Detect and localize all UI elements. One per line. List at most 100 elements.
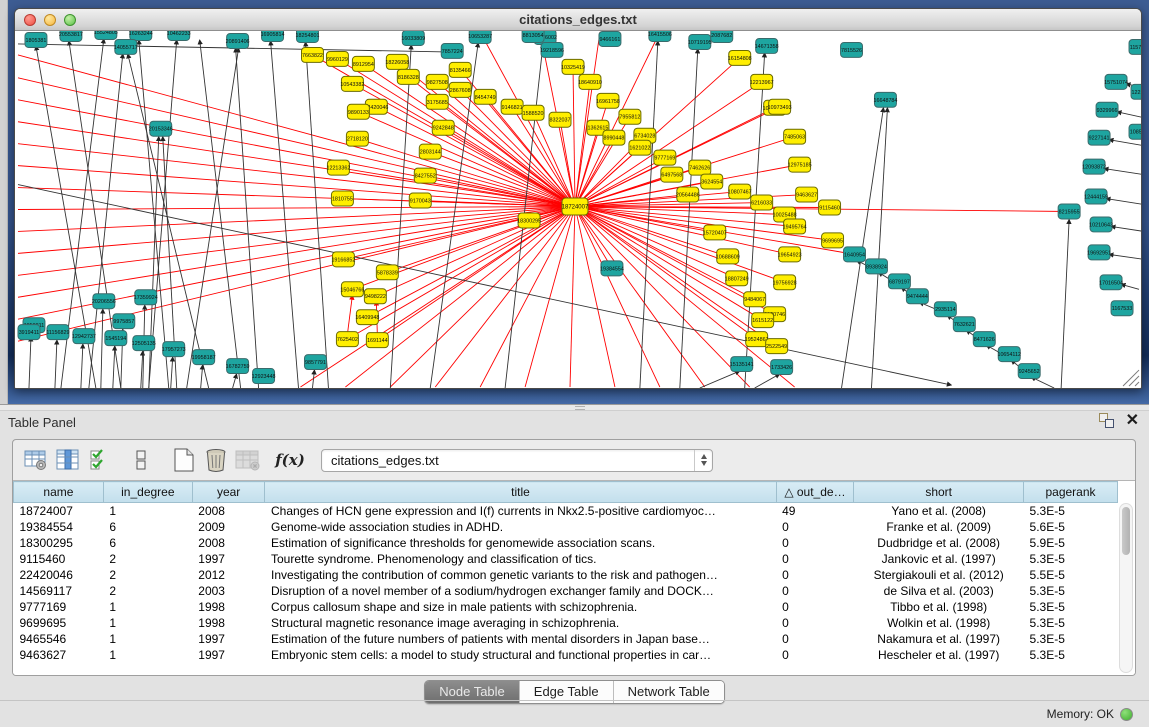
graph-node[interactable]: 2935114 xyxy=(934,302,956,317)
graph-node[interactable]: 8471626 xyxy=(973,332,995,347)
graph-node[interactable]: 18226058 xyxy=(385,54,409,69)
column-header-title[interactable]: title xyxy=(265,482,776,503)
graph-node[interactable]: 1167533 xyxy=(1111,301,1133,316)
graph-node[interactable]: 9329966 xyxy=(1096,102,1118,117)
graph-node[interactable]: 12923448 xyxy=(252,369,276,384)
network-window-titlebar[interactable]: citations_edges.txt xyxy=(15,9,1141,31)
panel-splitter[interactable] xyxy=(0,404,1149,411)
table-row[interactable]: 1456911722003Disruption of a novel membe… xyxy=(14,583,1118,599)
close-panel-icon[interactable]: ✕ xyxy=(1126,413,1139,428)
graph-node[interactable]: 16409948 xyxy=(355,310,379,325)
graph-node[interactable]: 18254801 xyxy=(296,31,320,42)
node-table-grid[interactable]: namein_degreeyeartitle△ out_de…shortpage… xyxy=(13,481,1118,663)
graph-node[interactable]: 19654923 xyxy=(778,247,802,262)
graph-node[interactable]: 20553817 xyxy=(59,31,83,41)
graph-node[interactable]: 2718120 xyxy=(346,131,368,146)
column-header-year[interactable]: year xyxy=(192,482,265,503)
graph-node[interactable]: 9484067 xyxy=(744,292,766,307)
graph-node[interactable]: 11156829 xyxy=(46,325,69,340)
graph-node[interactable]: 9463627 xyxy=(796,187,818,202)
graph-node[interactable]: 19756928 xyxy=(773,275,797,290)
graph-node[interactable]: 12213967 xyxy=(750,74,774,89)
graph-node[interactable]: 20564486 xyxy=(676,187,700,202)
graph-node[interactable]: 1805381 xyxy=(25,32,47,47)
graph-node[interactable]: 7485063 xyxy=(784,129,806,144)
column-header-name[interactable]: name xyxy=(14,482,104,503)
graph-node[interactable]: 8938924 xyxy=(865,259,887,274)
column-header-short[interactable]: short xyxy=(854,482,1024,503)
graph-node[interactable]: 10973493 xyxy=(768,99,792,114)
graph-node[interactable]: 20206556 xyxy=(92,294,116,309)
table-row[interactable]: 969969511998Structural magnetic resonanc… xyxy=(14,615,1118,631)
graph-node[interactable]: 17016504 xyxy=(1099,275,1123,290)
graph-node[interactable]: 8135466 xyxy=(449,62,471,77)
graph-node[interactable]: 9498222 xyxy=(364,289,386,304)
graph-node[interactable]: 7857224 xyxy=(441,43,463,58)
graph-node[interactable]: 10210643 xyxy=(1089,217,1113,232)
graph-node[interactable]: 3624554 xyxy=(701,174,723,189)
graph-node[interactable]: 19218596 xyxy=(540,42,564,57)
graph-node[interactable]: 1691144 xyxy=(366,333,388,348)
graph-node[interactable]: 10688609 xyxy=(716,249,740,264)
graph-node[interactable]: 18807249 xyxy=(725,271,749,286)
graph-node[interactable]: 6497568 xyxy=(661,167,683,182)
graph-node[interactable]: 10543382 xyxy=(340,76,364,91)
graph-node[interactable]: 10719195 xyxy=(688,34,712,49)
graph-node[interactable]: 19692951 xyxy=(1087,245,1111,260)
graph-node[interactable]: 1615122 xyxy=(752,313,774,328)
graph-node[interactable]: 9466161 xyxy=(599,31,621,46)
table-row[interactable]: 946554611997Estimation of the future num… xyxy=(14,631,1118,647)
graph-node[interactable]: 8813054 xyxy=(522,31,544,42)
graph-node[interactable]: 3919411 xyxy=(18,325,40,340)
graph-node[interactable]: 19958187 xyxy=(192,350,216,365)
graph-node[interactable]: 19166852 xyxy=(331,252,355,267)
graph-node[interactable]: 12444159 xyxy=(1084,189,1108,204)
network-view[interactable]: 1805381205538171552480516263244140557171… xyxy=(15,31,1141,388)
column-header-out_degree[interactable]: △ out_de… xyxy=(776,482,854,503)
graph-node[interactable]: 8454749 xyxy=(474,89,496,104)
graph-node[interactable]: 19384554 xyxy=(600,261,624,276)
graph-node[interactable]: 12975185 xyxy=(788,157,812,172)
function-builder-button[interactable]: f(x) xyxy=(275,445,305,475)
scrollbar-thumb[interactable] xyxy=(1122,507,1130,555)
graph-node[interactable]: 15524805 xyxy=(94,31,118,39)
graph-node[interactable]: 7663822 xyxy=(301,47,323,62)
graph-node[interactable]: 9975857 xyxy=(113,314,135,329)
graph-node[interactable]: 9474444 xyxy=(906,289,928,304)
graph-node[interactable]: 1640954 xyxy=(844,247,866,262)
graph-node[interactable]: 19524861 xyxy=(745,332,769,347)
graph-node[interactable]: 12093872 xyxy=(1082,159,1106,174)
graph-node[interactable]: 16961758 xyxy=(596,93,620,108)
graph-node[interactable]: 6216033 xyxy=(751,195,773,210)
graph-node[interactable]: 15135141 xyxy=(730,357,754,372)
table-row[interactable]: 1938455462009Genome-wide association stu… xyxy=(14,519,1118,535)
table-vertical-scrollbar[interactable] xyxy=(1119,503,1133,673)
graph-node[interactable]: 15751074 xyxy=(1104,74,1128,89)
table-row[interactable]: 1872400712008Changes of HCN gene express… xyxy=(14,503,1118,519)
graph-node[interactable]: 15046766 xyxy=(340,282,364,297)
graph-node[interactable]: 8912954 xyxy=(352,56,374,71)
graph-node[interactable]: 1588520 xyxy=(522,105,544,120)
graph-node[interactable]: 16782759 xyxy=(226,359,250,374)
graph-node[interactable]: 5878339 xyxy=(376,265,398,280)
graph-node[interactable]: 12942737 xyxy=(72,329,96,344)
graph-node[interactable]: 16648784 xyxy=(873,92,897,107)
graph-node[interactable]: 9227141 xyxy=(1088,130,1110,145)
graph-node[interactable]: 16905814 xyxy=(261,31,285,41)
network-window[interactable]: citations_edges.txt 1805381 20553817 15524… xyxy=(14,8,1142,389)
graph-node[interactable]: 7462626 xyxy=(689,160,711,175)
graph-node[interactable]: 14671358 xyxy=(755,38,779,53)
graph-node[interactable]: 10325419 xyxy=(561,59,585,74)
graph-node[interactable]: 14055717 xyxy=(114,39,138,54)
table-settings-button[interactable] xyxy=(21,445,51,475)
graph-node[interactable]: 3175685 xyxy=(426,94,448,109)
graph-node[interactable]: 16415506 xyxy=(648,31,672,41)
graph-node[interactable]: 20891406 xyxy=(226,33,250,48)
graph-node[interactable]: 9777169 xyxy=(654,150,676,165)
graph-node[interactable]: 20153346 xyxy=(149,121,173,136)
graph-node[interactable]: 7632621 xyxy=(953,317,975,332)
graph-node[interactable]: 9857791 xyxy=(304,355,326,370)
table-row[interactable]: 977716911998Corpus callosum shape and si… xyxy=(14,599,1118,615)
graph-node[interactable]: 9245652 xyxy=(1018,364,1040,379)
node-table[interactable]: namein_degreeyeartitle△ out_de…shortpage… xyxy=(13,480,1135,675)
